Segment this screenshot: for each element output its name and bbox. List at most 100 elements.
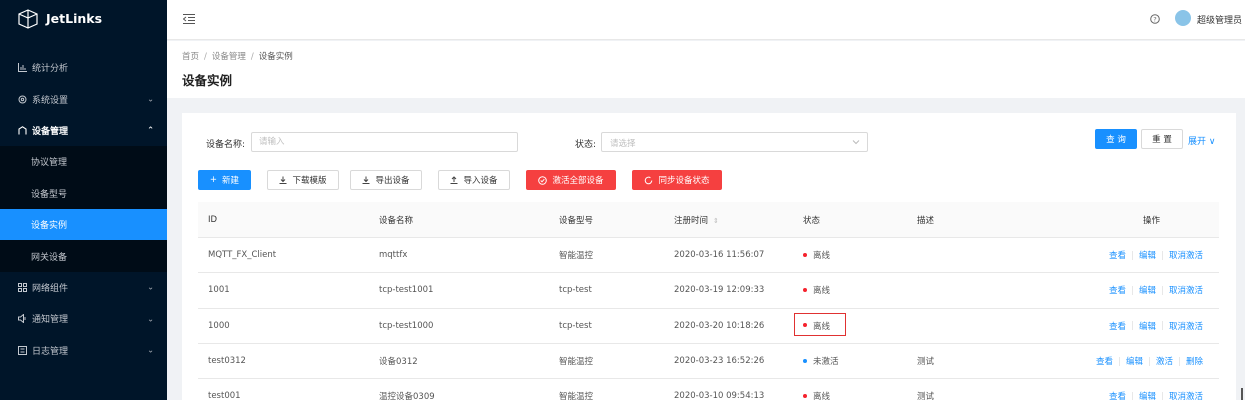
cell-state: 离线: [803, 390, 830, 400]
chevron-down-icon: ⌄: [147, 282, 154, 292]
breadcrumb-device-management[interactable]: 设备管理: [212, 52, 246, 62]
device-name-input[interactable]: [251, 132, 518, 152]
expand-label: 展开: [1188, 137, 1207, 147]
divider: [1131, 321, 1133, 331]
deactivate-link[interactable]: 取消激活: [1169, 284, 1203, 296]
status-dot: [803, 252, 807, 257]
column-header-product: 设备型号: [559, 215, 594, 226]
bar-chart-icon: [16, 62, 28, 74]
breadcrumb-home[interactable]: 首页: [182, 52, 199, 62]
download-template-button[interactable]: 下载模版: [267, 170, 339, 190]
sidebar-item-label: 通知管理: [32, 315, 69, 326]
sidebar-item-gateway[interactable]: 网关设备: [0, 240, 167, 271]
sidebar-item-network[interactable]: 网络组件 ⌄: [0, 272, 167, 303]
divider: [1148, 356, 1150, 366]
chevron-down-icon: ⌄: [147, 345, 154, 355]
divider: [1118, 356, 1120, 366]
question-circle-icon[interactable]: ?: [1150, 14, 1160, 27]
sync-icon: [644, 176, 653, 185]
status-text: 离线: [813, 321, 831, 332]
deactivate-link[interactable]: 取消激活: [1169, 249, 1203, 261]
edit-link[interactable]: 编辑: [1139, 284, 1156, 296]
app-logo[interactable]: JetLinks: [0, 0, 167, 37]
new-button-label: 新建: [222, 176, 240, 186]
status-text: 离线: [813, 392, 831, 400]
scrollbar[interactable]: [1241, 388, 1243, 400]
menu-fold-icon[interactable]: [182, 14, 195, 27]
sidebar-item-log[interactable]: 日志管理 ⌄: [0, 335, 167, 366]
sidebar-item-notify[interactable]: 通知管理 ⌄: [0, 303, 167, 334]
status-dot: [803, 323, 807, 328]
query-button[interactable]: 查 询: [1095, 129, 1137, 149]
sidebar-item-stats[interactable]: 统计分析: [0, 52, 167, 83]
log-icon: [16, 344, 28, 356]
status-text: 离线: [813, 251, 831, 262]
sidebar-item-label: 网关设备: [31, 252, 68, 263]
breadcrumb: 首页 / 设备管理 / 设备实例: [182, 50, 293, 62]
column-header-name: 设备名称: [379, 215, 414, 226]
activate-link[interactable]: 激活: [1156, 355, 1173, 367]
cell-ops: 查看 编辑 取消激活: [1109, 284, 1203, 296]
chevron-down-icon: [852, 138, 860, 149]
cell-name: 设备0312: [379, 357, 418, 368]
import-button[interactable]: 导入设备: [438, 170, 510, 190]
edit-link[interactable]: 编辑: [1126, 355, 1143, 367]
device-name-label: 设备名称:: [206, 140, 246, 150]
table-row: MQTT_FX_Client mqttfx 智能温控 2020-03-16 11…: [198, 238, 1219, 274]
column-header-time[interactable]: 注册时间 ⇕: [674, 214, 719, 226]
edit-link[interactable]: 编辑: [1139, 249, 1156, 261]
export-button[interactable]: 导出设备: [350, 170, 422, 190]
gear-icon: [16, 93, 28, 105]
download-icon: [279, 176, 287, 184]
sidebar-item-protocol[interactable]: 协议管理: [0, 146, 167, 177]
cell-desc: 测试: [917, 357, 935, 368]
cell-ops: 查看 编辑 取消激活: [1109, 320, 1203, 332]
view-link[interactable]: 查看: [1096, 355, 1113, 367]
sidebar-item-device-model[interactable]: 设备型号: [0, 178, 167, 209]
check-circle-icon: [538, 175, 548, 185]
view-link[interactable]: 查看: [1109, 284, 1126, 296]
cell-ops: 查看 编辑 激活 删除: [1096, 355, 1203, 367]
status-select[interactable]: 请选择: [601, 132, 868, 152]
expand-link[interactable]: 展开 ∨: [1188, 134, 1215, 147]
grid-icon: [16, 281, 28, 293]
divider: [1161, 285, 1163, 295]
download-icon: [362, 176, 370, 184]
delete-link[interactable]: 删除: [1186, 355, 1203, 367]
cell-name: tcp-test1001: [379, 285, 434, 296]
activate-all-label: 激活全部设备: [552, 176, 604, 186]
view-link[interactable]: 查看: [1109, 390, 1126, 400]
cell-product: tcp-test: [559, 285, 592, 296]
edit-link[interactable]: 编辑: [1139, 390, 1156, 400]
breadcrumb-separator: /: [250, 52, 254, 62]
sidebar-item-device-management[interactable]: 设备管理 ⌃: [0, 115, 167, 146]
device-table: ID 设备名称 设备型号 注册时间 ⇕ 状态 描述 操作 MQTT_FX_Clie…: [198, 202, 1219, 400]
username[interactable]: 超级管理员: [1197, 13, 1242, 26]
import-label: 导入设备: [463, 176, 498, 186]
new-button[interactable]: + 新建: [198, 170, 251, 190]
sidebar-item-label: 日志管理: [32, 346, 69, 357]
speaker-icon: [16, 313, 28, 325]
sync-state-label: 同步设备状态: [658, 176, 710, 186]
jetlinks-logo-icon: [18, 8, 38, 29]
sidebar-item-label: 设备管理: [32, 126, 69, 137]
cell-id: 1000: [208, 320, 230, 331]
status-select-placeholder: 请选择: [610, 139, 636, 149]
sidebar-item-device-instance[interactable]: 设备实例: [0, 208, 167, 241]
cell-ops: 查看 编辑 取消激活: [1109, 249, 1203, 261]
status-dot: [803, 287, 807, 292]
edit-link[interactable]: 编辑: [1139, 320, 1156, 332]
reset-button[interactable]: 重 置: [1141, 129, 1183, 149]
deactivate-link[interactable]: 取消激活: [1169, 320, 1203, 332]
deactivate-link[interactable]: 取消激活: [1169, 390, 1203, 400]
view-link[interactable]: 查看: [1109, 320, 1126, 332]
sidebar-item-settings[interactable]: 系统设置 ⌄: [0, 83, 167, 114]
avatar[interactable]: [1175, 10, 1191, 26]
activate-all-button[interactable]: 激活全部设备: [526, 170, 616, 190]
cell-time: 2020-03-20 10:18:26: [674, 320, 765, 331]
view-link[interactable]: 查看: [1109, 249, 1126, 261]
page-header: 首页 / 设备管理 / 设备实例 设备实例: [167, 41, 1245, 98]
column-header-ops: 操作: [1143, 215, 1161, 226]
sort-icon[interactable]: ⇕: [713, 217, 719, 225]
sync-state-button[interactable]: 同步设备状态: [632, 170, 722, 190]
